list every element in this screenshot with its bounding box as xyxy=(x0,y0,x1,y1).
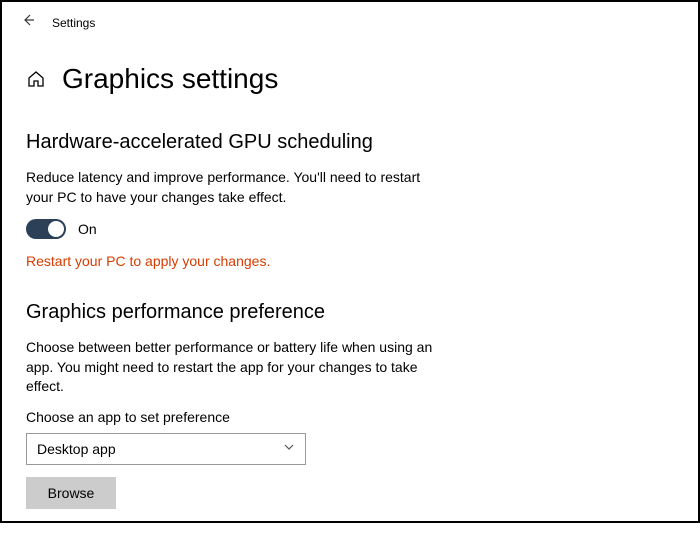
title-row: Graphics settings xyxy=(26,63,674,95)
content-area: Graphics settings Hardware-accelerated G… xyxy=(2,33,698,533)
gpu-section-description: Reduce latency and improve performance. … xyxy=(26,168,446,207)
header-bar: Settings xyxy=(2,2,698,33)
back-arrow-icon[interactable] xyxy=(20,12,36,33)
toggle-knob xyxy=(48,221,64,237)
home-icon[interactable] xyxy=(26,69,46,89)
page-title: Graphics settings xyxy=(62,63,278,95)
gpu-section-heading: Hardware-accelerated GPU scheduling xyxy=(26,131,674,154)
perf-section-description: Choose between better performance or bat… xyxy=(26,338,446,397)
app-type-dropdown[interactable]: Desktop app xyxy=(26,433,306,465)
gpu-toggle-row: On xyxy=(26,219,674,239)
dropdown-value: Desktop app xyxy=(37,441,116,457)
chevron-down-icon xyxy=(283,441,295,456)
gpu-toggle-label: On xyxy=(78,221,97,237)
perf-section-heading: Graphics performance preference xyxy=(26,301,674,324)
browse-button[interactable]: Browse xyxy=(26,477,116,509)
restart-warning: Restart your PC to apply your changes. xyxy=(26,253,674,269)
gpu-toggle[interactable] xyxy=(26,219,66,239)
header-label: Settings xyxy=(52,16,95,30)
app-select-label: Choose an app to set preference xyxy=(26,409,674,425)
